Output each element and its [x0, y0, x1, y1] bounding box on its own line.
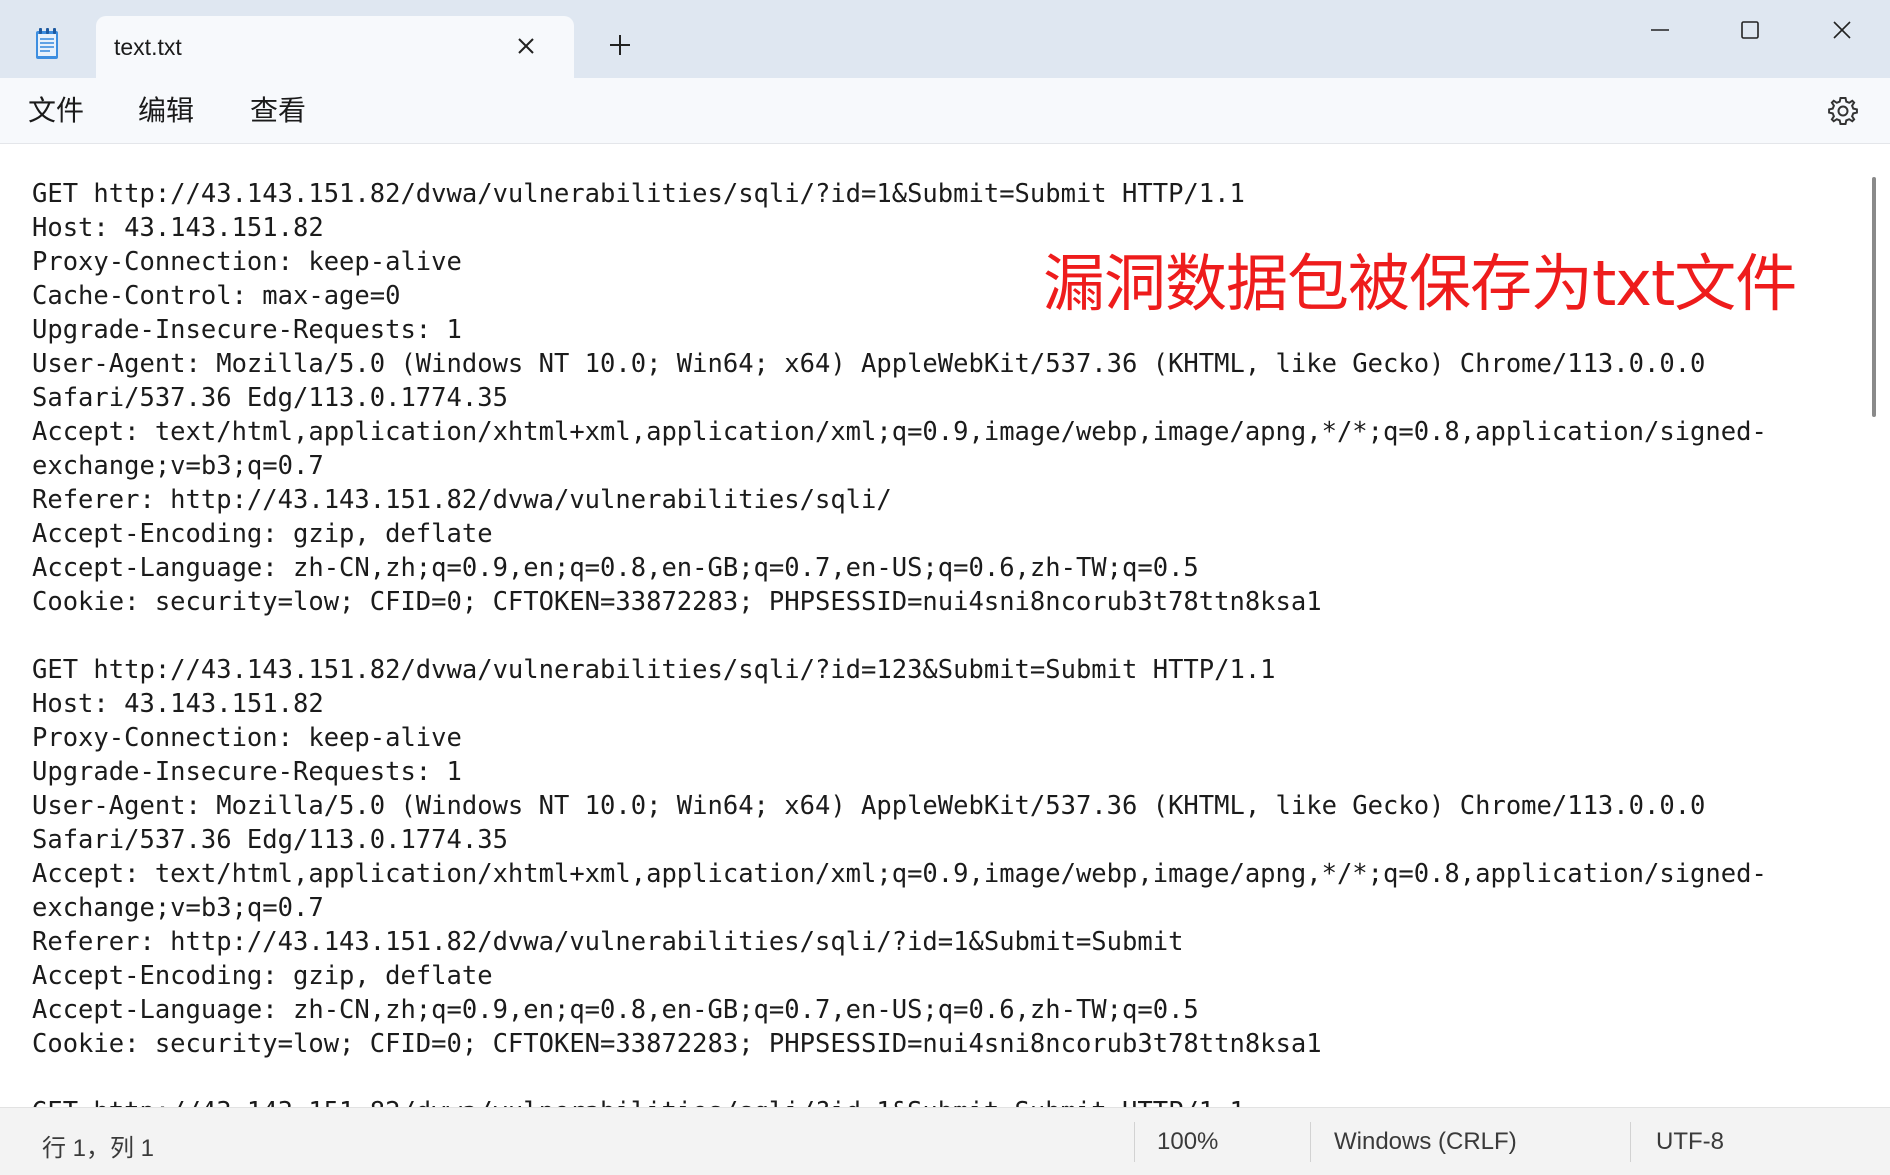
status-bar: 行 1，列 1 100% Windows (CRLF) UTF-8 — [0, 1107, 1890, 1175]
tab-title: text.txt — [114, 34, 182, 60]
text-line: Safari/537.36 Edg/113.0.1774.35 — [32, 825, 508, 855]
text-line: Accept-Language: zh-CN,zh;q=0.9,en;q=0.8… — [32, 995, 1199, 1025]
menu-view[interactable]: 查看 — [250, 92, 306, 130]
close-icon — [1833, 21, 1851, 39]
text-line: Accept: text/html,application/xhtml+xml,… — [32, 417, 1767, 447]
text-line: Upgrade-Insecure-Requests: 1 — [32, 757, 462, 787]
text-line: Accept-Language: zh-CN,zh;q=0.9,en;q=0.8… — [32, 553, 1199, 583]
menu-edit[interactable]: 编辑 — [138, 92, 194, 130]
menu-bar: 文件 编辑 查看 — [0, 78, 1890, 144]
title-bar: text.txt — [0, 0, 1890, 78]
encoding[interactable]: UTF-8 — [1656, 1128, 1724, 1156]
text-line: Cookie: security=low; CFID=0; CFTOKEN=33… — [32, 587, 1322, 617]
vertical-scrollbar[interactable] — [1872, 177, 1876, 417]
notepad-icon — [36, 28, 58, 59]
status-divider — [1310, 1122, 1311, 1162]
text-editor[interactable]: GET http://43.143.151.82/dvwa/vulnerabil… — [0, 145, 1890, 1107]
plus-icon[interactable] — [603, 28, 637, 62]
text-line — [32, 1061, 1862, 1095]
text-line: GET http://43.143.151.82/dvwa/vulnerabil… — [32, 1095, 1862, 1107]
text-line: Safari/537.36 Edg/113.0.1774.35 — [32, 383, 508, 413]
gear-icon[interactable] — [1826, 94, 1860, 128]
tab-text-txt[interactable]: text.txt — [96, 16, 574, 78]
text-line: Referer: http://43.143.151.82/dvwa/vulne… — [32, 485, 892, 515]
status-divider — [1630, 1122, 1631, 1162]
text-line: Accept: text/html,application/xhtml+xml,… — [32, 859, 1767, 889]
close-icon[interactable] — [512, 32, 540, 60]
maximize-icon — [1741, 21, 1759, 39]
text-line: GET http://43.143.151.82/dvwa/vulnerabil… — [32, 179, 1245, 209]
text-line: Host: 43.143.151.82 — [32, 689, 324, 719]
minimize-button[interactable] — [1630, 10, 1690, 50]
text-line: Referer: http://43.143.151.82/dvwa/vulne… — [32, 927, 1184, 957]
minimize-icon — [1651, 29, 1669, 31]
text-line: User-Agent: Mozilla/5.0 (Windows NT 10.0… — [32, 349, 1706, 379]
close-window-button[interactable] — [1812, 10, 1872, 50]
maximize-button[interactable] — [1720, 10, 1780, 50]
text-line: exchange;v=b3;q=0.7 — [32, 893, 324, 923]
text-line: Accept-Encoding: gzip, deflate — [32, 519, 493, 549]
notepad-window: text.txt 文件 编辑 查看 GET http://43.143.151.… — [0, 0, 1890, 1175]
text-line: GET http://43.143.151.82/dvwa/vulnerabil… — [32, 655, 1276, 685]
text-line: Proxy-Connection: keep-alive — [32, 723, 462, 753]
text-line: User-Agent: Mozilla/5.0 (Windows NT 10.0… — [32, 791, 1706, 821]
status-divider — [1134, 1122, 1135, 1162]
cursor-position: 行 1，列 1 — [42, 1135, 155, 1162]
menu-file[interactable]: 文件 — [28, 92, 84, 130]
text-line: Cookie: security=low; CFID=0; CFTOKEN=33… — [32, 1029, 1322, 1059]
text-line: Accept-Encoding: gzip, deflate — [32, 961, 493, 991]
line-ending[interactable]: Windows (CRLF) — [1334, 1128, 1517, 1156]
text-line — [32, 619, 1862, 653]
zoom-level[interactable]: 100% — [1157, 1128, 1218, 1156]
text-line: exchange;v=b3;q=0.7 — [32, 451, 324, 481]
annotation-text: 漏洞数据包被保存为txt文件 — [1043, 247, 1797, 320]
